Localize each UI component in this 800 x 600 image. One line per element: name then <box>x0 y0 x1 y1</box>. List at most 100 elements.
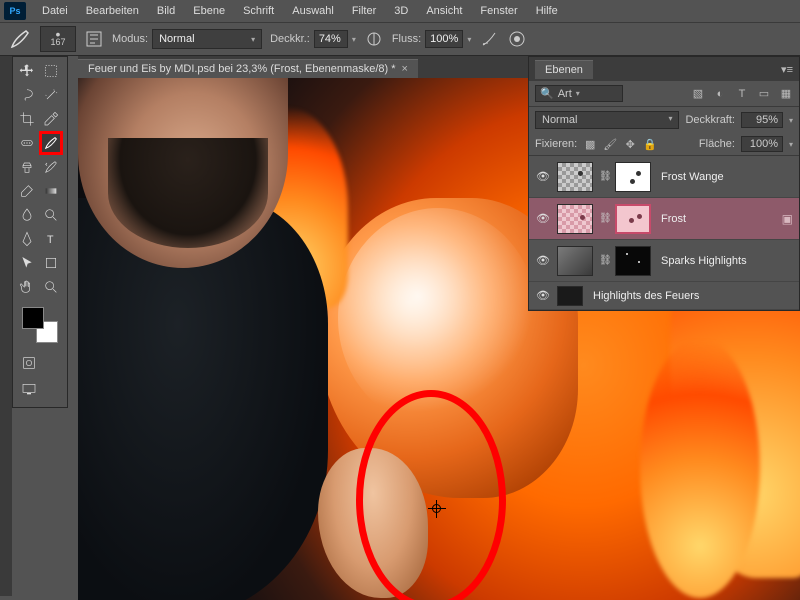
blur-tool[interactable] <box>15 203 39 227</box>
document-tab[interactable]: Feuer und Eis by MDI.psd bei 23,3% (Fros… <box>78 59 418 78</box>
filter-label: Art <box>558 88 572 100</box>
crop-tool[interactable] <box>15 107 39 131</box>
mask-thumbnail[interactable] <box>615 246 651 276</box>
move-tool[interactable] <box>15 59 39 83</box>
opacity-label: Deckkr.: <box>270 33 310 45</box>
mask-thumbnail[interactable] <box>615 162 651 192</box>
menu-bearbeiten[interactable]: Bearbeiten <box>78 3 147 19</box>
link-icon: ⛓ <box>599 255 609 266</box>
foreground-color[interactable] <box>22 307 44 329</box>
type-tool[interactable]: T <box>39 227 63 251</box>
eraser-tool[interactable] <box>15 179 39 203</box>
menu-auswahl[interactable]: Auswahl <box>284 3 342 19</box>
close-icon[interactable]: × <box>402 63 408 75</box>
layer-thumbnail[interactable] <box>557 246 593 276</box>
quickmask-toggle[interactable] <box>17 351 41 375</box>
layers-panel: Ebenen ▾≡ 🔍 Art ▾ ▧ ◐ T ▭ ▦ Normal ▾ Dec… <box>528 56 800 311</box>
menu-schrift[interactable]: Schrift <box>235 3 282 19</box>
opacity-input[interactable]: 74% <box>314 30 348 48</box>
layer-thumbnail[interactable] <box>557 286 583 306</box>
layer-name[interactable]: Highlights des Feuers <box>593 290 793 302</box>
menu-bild[interactable]: Bild <box>149 3 183 19</box>
layer-name[interactable]: Frost <box>661 213 776 225</box>
pen-tool[interactable] <box>15 227 39 251</box>
app-logo: Ps <box>4 2 26 20</box>
brush-tool-icon[interactable] <box>8 27 32 51</box>
annotation-ellipse <box>356 390 506 600</box>
layer-blend-mode-select[interactable]: Normal ▾ <box>535 111 679 129</box>
menu-3d[interactable]: 3D <box>386 3 416 19</box>
chevron-down-icon[interactable]: ▾ <box>467 35 471 44</box>
layer-row-sparks[interactable]: 👁 ⛓ Sparks Highlights <box>529 240 799 282</box>
screen-mode-toggle[interactable] <box>17 377 41 401</box>
blend-mode-select[interactable]: Normal▾ <box>152 29 262 49</box>
pressure-opacity-icon[interactable] <box>364 29 384 49</box>
chevron-down-icon[interactable]: ▾ <box>352 35 356 44</box>
menu-filter[interactable]: Filter <box>344 3 384 19</box>
layer-opacity-input[interactable]: 95% <box>741 112 783 128</box>
menu-ebene[interactable]: Ebene <box>185 3 233 19</box>
magic-wand-tool[interactable] <box>39 83 63 107</box>
filter-adjustment-icon[interactable]: ◐ <box>713 87 727 101</box>
path-selection-tool[interactable] <box>15 251 39 275</box>
visibility-toggle[interactable]: 👁 <box>535 289 551 302</box>
fill-input[interactable]: 100% <box>741 136 783 152</box>
filter-smart-icon[interactable]: ▦ <box>779 87 793 101</box>
brush-size-value: 167 <box>50 37 65 47</box>
svg-text:T: T <box>47 234 54 246</box>
layers-tab[interactable]: Ebenen <box>535 60 593 79</box>
document-title: Feuer und Eis by MDI.psd bei 23,3% (Fros… <box>88 63 396 75</box>
filter-shape-icon[interactable]: ▭ <box>757 87 771 101</box>
layer-row-highlights-feuers[interactable]: 👁 Highlights des Feuers <box>529 282 799 310</box>
brush-panel-toggle-icon[interactable] <box>84 29 104 49</box>
filter-pixel-icon[interactable]: ▧ <box>691 87 705 101</box>
healing-brush-tool[interactable] <box>15 131 39 155</box>
flow-label: Fluss: <box>392 33 421 45</box>
hand-tool[interactable] <box>15 275 39 299</box>
layer-row-frost[interactable]: 👁 ⛓ Frost ▣ <box>529 198 799 240</box>
brush-size-preset[interactable]: 167 <box>40 26 76 52</box>
menu-ansicht[interactable]: Ansicht <box>418 3 470 19</box>
airbrush-icon[interactable] <box>479 29 499 49</box>
brush-tool[interactable] <box>39 131 63 155</box>
gradient-tool[interactable] <box>39 179 63 203</box>
panel-menu-icon[interactable]: ▾≡ <box>781 63 793 76</box>
flow-input[interactable]: 100% <box>425 30 463 48</box>
layer-filter-select[interactable]: 🔍 Art ▾ <box>535 85 623 102</box>
blend-mode-value: Normal <box>542 114 577 126</box>
layer-thumbnail[interactable] <box>557 162 593 192</box>
eyedropper-tool[interactable] <box>39 107 63 131</box>
dodge-tool[interactable] <box>39 203 63 227</box>
lock-all-icon[interactable]: 🔒 <box>643 137 657 151</box>
filter-type-icon[interactable]: T <box>735 87 749 101</box>
smart-filter-icon[interactable]: ▣ <box>782 212 793 226</box>
lock-row: Fixieren: ▩ 🖌 ✥ 🔒 Fläche: 100% ▾ <box>529 133 799 156</box>
mask-thumbnail[interactable] <box>615 204 651 234</box>
menu-fenster[interactable]: Fenster <box>472 3 525 19</box>
shape-tool[interactable] <box>39 251 63 275</box>
menu-hilfe[interactable]: Hilfe <box>528 3 566 19</box>
visibility-toggle[interactable]: 👁 <box>535 212 551 225</box>
lock-position-icon[interactable]: ✥ <box>623 137 637 151</box>
pressure-size-icon[interactable] <box>507 29 527 49</box>
layer-row-frost-wange[interactable]: 👁 ⛓ Frost Wange <box>529 156 799 198</box>
marquee-tool[interactable] <box>39 59 63 83</box>
layer-name[interactable]: Frost Wange <box>661 171 793 183</box>
lock-pixels-icon[interactable]: 🖌 <box>603 137 617 151</box>
menu-datei[interactable]: Datei <box>34 3 76 19</box>
lasso-tool[interactable] <box>15 83 39 107</box>
history-brush-tool[interactable] <box>39 155 63 179</box>
clone-stamp-tool[interactable] <box>15 155 39 179</box>
visibility-toggle[interactable]: 👁 <box>535 254 551 267</box>
visibility-toggle[interactable]: 👁 <box>535 170 551 183</box>
layer-name[interactable]: Sparks Highlights <box>661 255 793 267</box>
zoom-tool[interactable] <box>39 275 63 299</box>
chevron-down-icon[interactable]: ▾ <box>789 116 793 125</box>
lock-transparency-icon[interactable]: ▩ <box>583 137 597 151</box>
mode-label: Modus: <box>112 33 148 45</box>
layer-filter-row: 🔍 Art ▾ ▧ ◐ T ▭ ▦ <box>529 81 799 107</box>
color-swatches[interactable] <box>20 305 60 345</box>
chevron-down-icon[interactable]: ▾ <box>789 140 793 149</box>
fill-label: Fläche: <box>699 138 735 150</box>
layer-thumbnail[interactable] <box>557 204 593 234</box>
